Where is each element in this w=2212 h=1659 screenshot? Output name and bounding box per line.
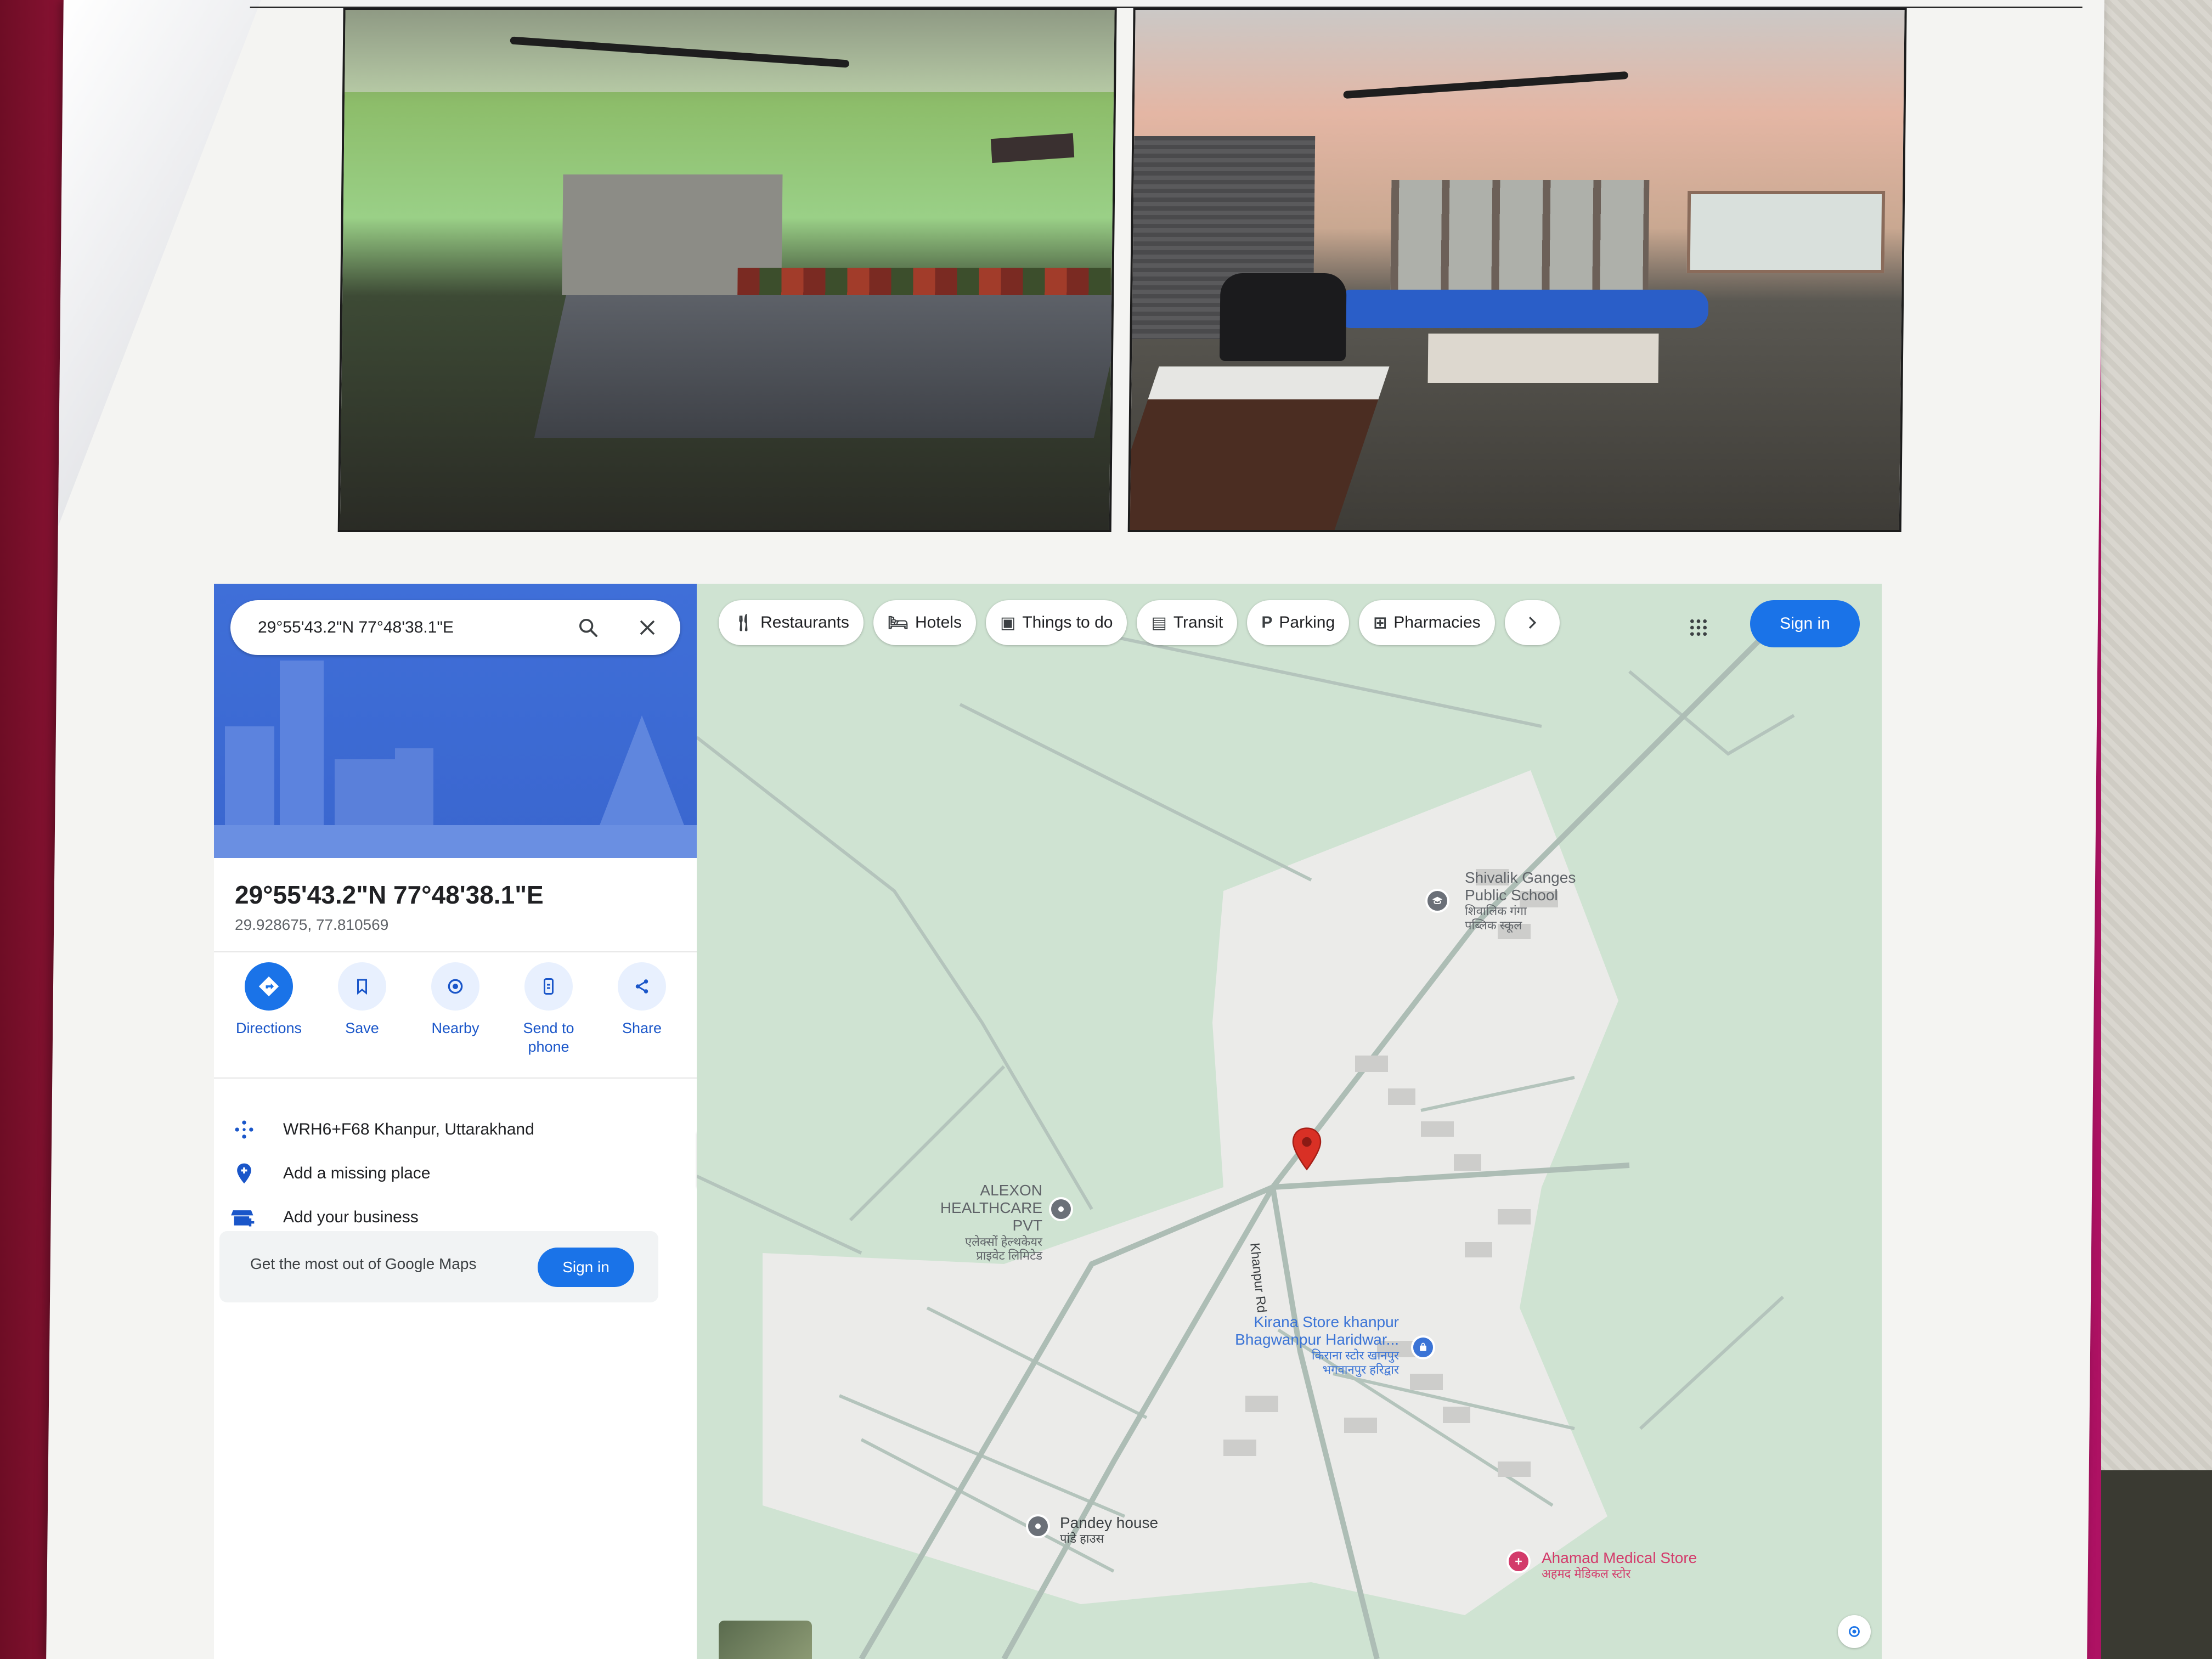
chip-transit[interactable]: ▤ Transit bbox=[1137, 600, 1238, 645]
category-chips: 🍴︎ Restaurants 🛏︎ Hotels ▣ Things to do ▤ Tr… bbox=[719, 600, 1560, 653]
room-photo-right bbox=[1127, 8, 1907, 532]
close-icon[interactable] bbox=[630, 610, 665, 645]
bed-icon: 🛏︎ bbox=[887, 613, 909, 632]
wall-board bbox=[1686, 191, 1886, 273]
place-label-alexon[interactable]: ALEXON HEALTHCARE PVT एलेक्सों हेल्थकेयर… bbox=[916, 1182, 1042, 1262]
place-title: 29°55'43.2"N 77°48'38.1"E bbox=[235, 881, 544, 909]
parking-icon: P bbox=[1261, 613, 1273, 631]
wooden-bed bbox=[534, 295, 1117, 438]
school-icon[interactable] bbox=[1425, 889, 1449, 913]
add-missing-place-row[interactable]: Add a missing place bbox=[225, 1154, 686, 1193]
divider bbox=[214, 1077, 697, 1079]
map-graphics bbox=[697, 603, 1796, 1659]
pharmacy-icon: ⊞ bbox=[1373, 613, 1387, 632]
plus-code-text: WRH6+F68 Khanpur, Uttarakhand bbox=[283, 1120, 534, 1138]
room-photo-left bbox=[337, 8, 1117, 532]
shopping-bag-icon[interactable] bbox=[1411, 1335, 1435, 1359]
add-business-text: Add your business bbox=[283, 1208, 419, 1226]
map-canvas[interactable]: 🍴︎ Restaurants 🛏︎ Hotels ▣ Things to do ▤ Tr… bbox=[697, 584, 1882, 1659]
place-label-school[interactable]: Shivalik Ganges Public School शिवालिक गं… bbox=[1465, 869, 1576, 932]
chip-hotels[interactable]: 🛏︎ Hotels bbox=[873, 600, 976, 645]
save-button[interactable]: Save bbox=[318, 962, 406, 1072]
place-label-kirana[interactable]: Kirana Store khanpur Bhagwanpur Haridwar… bbox=[1174, 1313, 1399, 1376]
directions-icon bbox=[245, 962, 293, 1011]
location-dot-icon[interactable] bbox=[1026, 1514, 1050, 1538]
share-icon bbox=[618, 962, 666, 1011]
plus-code-icon bbox=[225, 1110, 263, 1149]
directions-button[interactable]: Directions bbox=[225, 962, 313, 1072]
search-icon[interactable] bbox=[571, 610, 606, 645]
plastic-table bbox=[1427, 334, 1659, 383]
bookmark-icon bbox=[338, 962, 386, 1011]
plus-code-row[interactable]: WRH6+F68 Khanpur, Uttarakhand bbox=[225, 1110, 686, 1149]
place-panel: 29°55'43.2"N 77°48'38.1"E 29.928675, 77.… bbox=[214, 584, 697, 1659]
directions-label: Directions bbox=[235, 1020, 302, 1036]
chips-next-button[interactable] bbox=[1504, 600, 1560, 645]
chip-parking[interactable]: P Parking bbox=[1247, 600, 1350, 645]
header-sign-in-button[interactable]: Sign in bbox=[1750, 600, 1860, 647]
save-label: Save bbox=[345, 1020, 379, 1036]
share-label: Share bbox=[622, 1020, 662, 1036]
search-input[interactable] bbox=[258, 600, 565, 655]
search-box bbox=[230, 600, 680, 655]
map-pin-icon[interactable] bbox=[1290, 1127, 1323, 1173]
action-bar: Directions Save Nearby Send to phone Sha… bbox=[225, 962, 686, 1072]
fork-knife-icon: 🍴︎ bbox=[733, 613, 754, 632]
chip-pharmacies[interactable]: ⊞ Pharmacies bbox=[1359, 600, 1495, 645]
location-dot-icon[interactable] bbox=[1049, 1197, 1073, 1221]
add-location-icon bbox=[225, 1154, 263, 1193]
apps-grid-icon[interactable] bbox=[1679, 608, 1718, 647]
maps-screenshot: 29°55'43.2"N 77°48'38.1"E 29.928675, 77.… bbox=[214, 584, 1882, 1659]
my-location-icon[interactable] bbox=[1838, 1615, 1871, 1648]
page-curl bbox=[58, 0, 261, 527]
divider bbox=[214, 951, 697, 952]
phone-icon bbox=[524, 962, 573, 1011]
promo-text: Get the most out of Google Maps bbox=[250, 1255, 477, 1272]
share-button[interactable]: Share bbox=[598, 962, 686, 1072]
place-decimal-coords: 29.928675, 77.810569 bbox=[235, 916, 389, 933]
office-chair bbox=[1219, 273, 1347, 361]
pharmacy-icon[interactable] bbox=[1506, 1549, 1531, 1573]
nearby-icon bbox=[431, 962, 479, 1011]
blue-tarp bbox=[1335, 290, 1709, 328]
chip-things-to-do[interactable]: ▣ Things to do bbox=[985, 600, 1127, 645]
send-to-phone-button[interactable]: Send to phone bbox=[505, 962, 592, 1072]
sign-in-promo: Get the most out of Google Maps Sign in bbox=[219, 1231, 658, 1302]
bus-icon: ▤ bbox=[1151, 613, 1167, 632]
camera-icon: ▣ bbox=[1000, 613, 1016, 632]
cloth-background bbox=[2101, 0, 2212, 1481]
promo-sign-in-button[interactable]: Sign in bbox=[538, 1248, 634, 1287]
chip-restaurants[interactable]: 🍴︎ Restaurants bbox=[719, 600, 864, 645]
send-to-phone-label: Send to phone bbox=[523, 1020, 574, 1055]
place-label-pandey[interactable]: Pandey house पांडे हाउस bbox=[1060, 1514, 1158, 1545]
layers-button[interactable] bbox=[719, 1621, 812, 1659]
shadow-area bbox=[2101, 1470, 2212, 1659]
place-label-ahamad[interactable]: Ahamad Medical Store अहमद मेडिकल स्टोर bbox=[1542, 1549, 1697, 1581]
chevron-right-icon bbox=[1528, 617, 1536, 629]
nearby-button[interactable]: Nearby bbox=[411, 962, 499, 1072]
add-missing-place-text: Add a missing place bbox=[283, 1164, 431, 1182]
nearby-label: Nearby bbox=[431, 1020, 479, 1036]
